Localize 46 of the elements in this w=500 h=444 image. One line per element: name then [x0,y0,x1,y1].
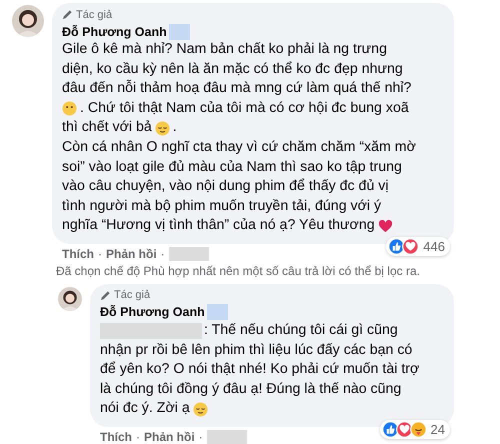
comment-text: nhận pr rồi bê lên phim thì liệu lúc đấy các bạn có [100,340,412,360]
thumbs-up-icon [388,238,406,255]
comment-text: . [172,118,177,138]
redacted-mark [168,24,190,40]
avatar[interactable] [58,286,82,311]
comment-text: nghĩa “Hương vị tình thân” của nó ạ? Yêu thương [62,216,375,236]
comment-text: tình người mà bộ phim muốn truyền tải, đúng với ý [62,196,382,216]
reply-link[interactable]: Phản hồi [144,430,195,444]
comment-text: Gile ô kê mà nhỉ? Nam bản chất ko phải là ng trưng [62,40,387,59]
reaction-summary[interactable]: 446 [386,236,450,256]
like-link[interactable]: Thích [100,430,132,444]
author-name[interactable]: Đỗ Phương Oanh [62,24,167,38]
comment-text: thì chết với bả [62,118,152,138]
thumbs-up-icon [382,420,399,438]
comment-text: để yên ko? O nói thật nhé! Ko phải cứ muốn tài trợ [100,360,420,380]
separator-dot: · [160,246,165,261]
reply-link[interactable]: Phản hồi [106,246,157,261]
filter-notice: Đã chọn chế độ Phù hợp nhất nên một số câu trả lời có thể bị lọc ra. [56,264,421,278]
comment-text: là chúng tôi đồng ý đâu ạ! Đúng là thế nào cũng [100,380,402,399]
comment-text: Còn cá nhân O nghĩ cta thay vì cứ chăm chăm “xăm mờ [62,138,416,157]
emoji-face-icon [192,402,208,417]
comment-text: đâu đến nỗi thảm hoạ đâu mà mng cứ làm quá thế nhỉ? [62,79,412,98]
comment-text: diện, ko cầu kỳ nên là ăn mặc có thể ko đc đẹp nhưng [62,60,403,79]
author-label: Tác giả [114,289,150,302]
emoji-face-icon [154,120,170,136]
comment-text: vào câu chuyện, vào nội dung phim để thấy đc đủ vị [62,177,389,196]
pen-icon [100,290,111,301]
separator-dot: · [136,430,140,444]
pen-icon [62,9,73,20]
comment-text: . Chứ tôi thật Nam của tôi mà có cơ hội đc bung xoã [80,98,409,118]
redacted-mark [206,304,228,320]
hugging-face-icon [410,420,427,438]
reaction-summary[interactable]: 24 [380,420,450,439]
author-name[interactable]: Đỗ Phương Oanh [100,305,205,320]
emoji-face-icon [62,101,77,116]
author-label: Tác giả [76,8,112,20]
separator-dot: · [198,430,203,444]
blurred-timestamp [168,246,209,261]
comment-text: : Thế nếu chúng tôi cái gì cũng [204,320,398,340]
comment-text: soi” vào loạt gile đủ màu của Nam thì sao ko tập trung [62,158,402,177]
blurred-timestamp [206,430,247,444]
heart-icon [378,218,393,234]
comment-text: nói đc ý. Zời ạ [100,399,190,418]
separator-dot: · [98,246,102,261]
like-link[interactable]: Thích [62,246,94,261]
avatar[interactable] [12,5,44,37]
